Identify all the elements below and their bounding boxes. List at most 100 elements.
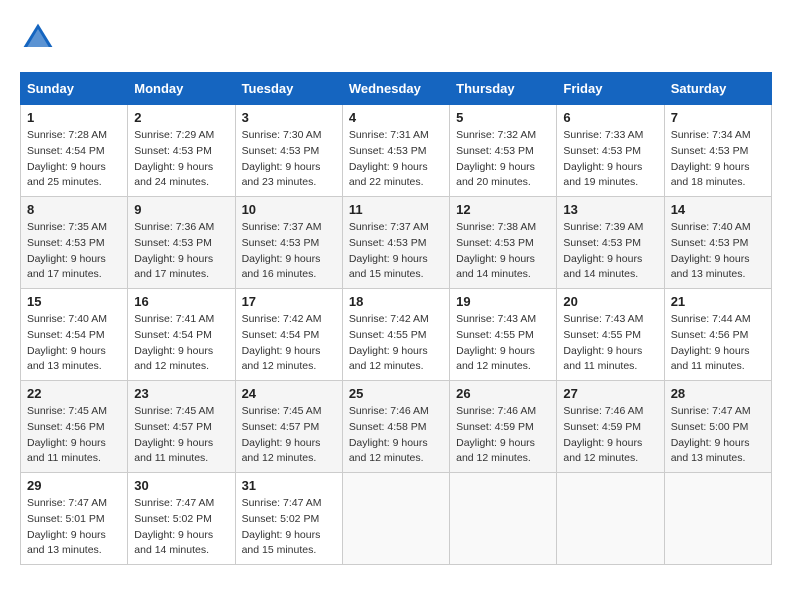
day-info: Sunrise: 7:45 AMSunset: 4:57 PMDaylight:… xyxy=(134,404,228,467)
sunset-text: Sunset: 4:53 PM xyxy=(349,237,427,249)
sunset-text: Sunset: 5:01 PM xyxy=(27,513,105,525)
daylight-text: Daylight: 9 hours and 16 minutes. xyxy=(242,253,321,281)
sunset-text: Sunset: 4:53 PM xyxy=(456,145,534,157)
calendar-day-cell: 14Sunrise: 7:40 AMSunset: 4:53 PMDayligh… xyxy=(664,197,771,289)
calendar-day-cell: 9Sunrise: 7:36 AMSunset: 4:53 PMDaylight… xyxy=(128,197,235,289)
calendar-day-cell: 21 Sunrise: 7:44 AMSunset: 4:56 PMDayligh… xyxy=(664,289,771,381)
daylight-text: Daylight: 9 hours and 12 minutes. xyxy=(349,345,428,373)
calendar-week-row: 8Sunrise: 7:35 AMSunset: 4:53 PMDaylight… xyxy=(21,197,772,289)
sunrise-text: Sunrise: 7:31 AM xyxy=(349,129,429,141)
daylight-text: Daylight: 9 hours and 11 minutes. xyxy=(134,437,213,465)
sunset-text: Sunset: 5:00 PM xyxy=(671,421,749,433)
day-info: Sunrise: 7:33 AMSunset: 4:53 PMDaylight:… xyxy=(563,128,657,191)
sunrise-text: Sunrise: 7:28 AM xyxy=(27,129,107,141)
sunrise-text: Sunrise: 7:37 AM xyxy=(349,221,429,233)
sunset-text: Sunset: 5:02 PM xyxy=(134,513,212,525)
sunrise-text: Sunrise: 7:33 AM xyxy=(563,129,643,141)
calendar-day-cell: 12Sunrise: 7:38 AMSunset: 4:53 PMDayligh… xyxy=(450,197,557,289)
day-info: Sunrise: 7:28 AMSunset: 4:54 PMDaylight:… xyxy=(27,128,121,191)
sunset-text: Sunset: 4:53 PM xyxy=(671,237,749,249)
day-number: 12 xyxy=(456,202,550,217)
day-number: 21 xyxy=(671,294,765,309)
day-number: 10 xyxy=(242,202,336,217)
calendar-day-cell: 28Sunrise: 7:47 AMSunset: 5:00 PMDayligh… xyxy=(664,381,771,473)
day-info: Sunrise: 7:47 AMSunset: 5:00 PMDaylight:… xyxy=(671,404,765,467)
sunrise-text: Sunrise: 7:47 AM xyxy=(27,497,107,509)
sunrise-text: Sunrise: 7:29 AM xyxy=(134,129,214,141)
weekday-header-cell: Friday xyxy=(557,73,664,105)
calendar-header-row: SundayMondayTuesdayWednesdayThursdayFrid… xyxy=(21,73,772,105)
calendar-day-cell: 25Sunrise: 7:46 AMSunset: 4:58 PMDayligh… xyxy=(342,381,449,473)
calendar-week-row: 15Sunrise: 7:40 AMSunset: 4:54 PMDayligh… xyxy=(21,289,772,381)
calendar-day-cell: 8Sunrise: 7:35 AMSunset: 4:53 PMDaylight… xyxy=(21,197,128,289)
daylight-text: Daylight: 9 hours and 14 minutes. xyxy=(456,253,535,281)
sunrise-text: Sunrise: 7:46 AM xyxy=(563,405,643,417)
sunrise-text: Sunrise: 7:47 AM xyxy=(671,405,751,417)
page-header xyxy=(20,20,772,56)
sunrise-text: Sunrise: 7:45 AM xyxy=(27,405,107,417)
calendar-day-cell: 15Sunrise: 7:40 AMSunset: 4:54 PMDayligh… xyxy=(21,289,128,381)
daylight-text: Daylight: 9 hours and 11 minutes. xyxy=(27,437,106,465)
calendar-day-cell: 19Sunrise: 7:43 AMSunset: 4:55 PMDayligh… xyxy=(450,289,557,381)
sunrise-text: Sunrise: 7:46 AM xyxy=(349,405,429,417)
day-number: 3 xyxy=(242,110,336,125)
sunrise-text: Sunrise: 7:47 AM xyxy=(134,497,214,509)
sunset-text: Sunset: 4:55 PM xyxy=(456,329,534,341)
sunrise-text: Sunrise: 7:47 AM xyxy=(242,497,322,509)
day-info: Sunrise: 7:36 AMSunset: 4:53 PMDaylight:… xyxy=(134,220,228,283)
day-number: 30 xyxy=(134,478,228,493)
daylight-text: Daylight: 9 hours and 20 minutes. xyxy=(456,161,535,189)
calendar-day-cell: 16Sunrise: 7:41 AMSunset: 4:54 PMDayligh… xyxy=(128,289,235,381)
day-number: 25 xyxy=(349,386,443,401)
calendar-table: SundayMondayTuesdayWednesdayThursdayFrid… xyxy=(20,72,772,565)
calendar-day-cell: 13 Sunrise: 7:39 AMSunset: 4:53 PMDayligh… xyxy=(557,197,664,289)
sunrise-text: Sunrise: 7:30 AM xyxy=(242,129,322,141)
day-info: Sunrise: 7:39 AMSunset: 4:53 PMDaylight:… xyxy=(563,220,657,283)
daylight-text: Daylight: 9 hours and 17 minutes. xyxy=(134,253,213,281)
sunrise-text: Sunrise: 7:45 AM xyxy=(134,405,214,417)
sunset-text: Sunset: 4:59 PM xyxy=(563,421,641,433)
day-number: 11 xyxy=(349,202,443,217)
sunrise-text: Sunrise: 7:34 AM xyxy=(671,129,751,141)
day-number: 27 xyxy=(563,386,657,401)
daylight-text: Daylight: 9 hours and 19 minutes. xyxy=(563,161,642,189)
weekday-header-cell: Thursday xyxy=(450,73,557,105)
sunset-text: Sunset: 4:53 PM xyxy=(242,145,320,157)
calendar-body: 1Sunrise: 7:28 AMSunset: 4:54 PMDaylight… xyxy=(21,105,772,565)
day-info: Sunrise: 7:43 AMSunset: 4:55 PMDaylight:… xyxy=(456,312,550,375)
day-info: Sunrise: 7:29 AMSunset: 4:53 PMDaylight:… xyxy=(134,128,228,191)
day-info: Sunrise: 7:45 AMSunset: 4:56 PMDaylight:… xyxy=(27,404,121,467)
day-number: 5 xyxy=(456,110,550,125)
day-number: 4 xyxy=(349,110,443,125)
day-number: 28 xyxy=(671,386,765,401)
day-info: Sunrise: 7:41 AMSunset: 4:54 PMDaylight:… xyxy=(134,312,228,375)
calendar-day-cell xyxy=(342,473,449,565)
weekday-header-cell: Monday xyxy=(128,73,235,105)
sunrise-text: Sunrise: 7:43 AM xyxy=(563,313,643,325)
day-info: Sunrise: 7:46 AMSunset: 4:59 PMDaylight:… xyxy=(456,404,550,467)
sunset-text: Sunset: 4:54 PM xyxy=(242,329,320,341)
sunset-text: Sunset: 4:56 PM xyxy=(671,329,749,341)
logo-icon xyxy=(20,20,56,56)
day-number: 18 xyxy=(349,294,443,309)
calendar-day-cell: 26Sunrise: 7:46 AMSunset: 4:59 PMDayligh… xyxy=(450,381,557,473)
calendar-day-cell xyxy=(557,473,664,565)
day-number: 22 xyxy=(27,386,121,401)
calendar-day-cell: 30Sunrise: 7:47 AMSunset: 5:02 PMDayligh… xyxy=(128,473,235,565)
daylight-text: Daylight: 9 hours and 24 minutes. xyxy=(134,161,213,189)
day-info: Sunrise: 7:44 AMSunset: 4:56 PMDaylight:… xyxy=(671,312,765,375)
sunrise-text: Sunrise: 7:36 AM xyxy=(134,221,214,233)
daylight-text: Daylight: 9 hours and 25 minutes. xyxy=(27,161,106,189)
day-info: Sunrise: 7:47 AMSunset: 5:01 PMDaylight:… xyxy=(27,496,121,559)
daylight-text: Daylight: 9 hours and 14 minutes. xyxy=(563,253,642,281)
day-number: 23 xyxy=(134,386,228,401)
calendar-day-cell: 1Sunrise: 7:28 AMSunset: 4:54 PMDaylight… xyxy=(21,105,128,197)
calendar-day-cell: 6Sunrise: 7:33 AMSunset: 4:53 PMDaylight… xyxy=(557,105,664,197)
day-number: 17 xyxy=(242,294,336,309)
day-number: 20 xyxy=(563,294,657,309)
daylight-text: Daylight: 9 hours and 12 minutes. xyxy=(456,345,535,373)
day-number: 13 xyxy=(563,202,657,217)
day-number: 8 xyxy=(27,202,121,217)
weekday-header-cell: Wednesday xyxy=(342,73,449,105)
calendar-day-cell: 29Sunrise: 7:47 AMSunset: 5:01 PMDayligh… xyxy=(21,473,128,565)
